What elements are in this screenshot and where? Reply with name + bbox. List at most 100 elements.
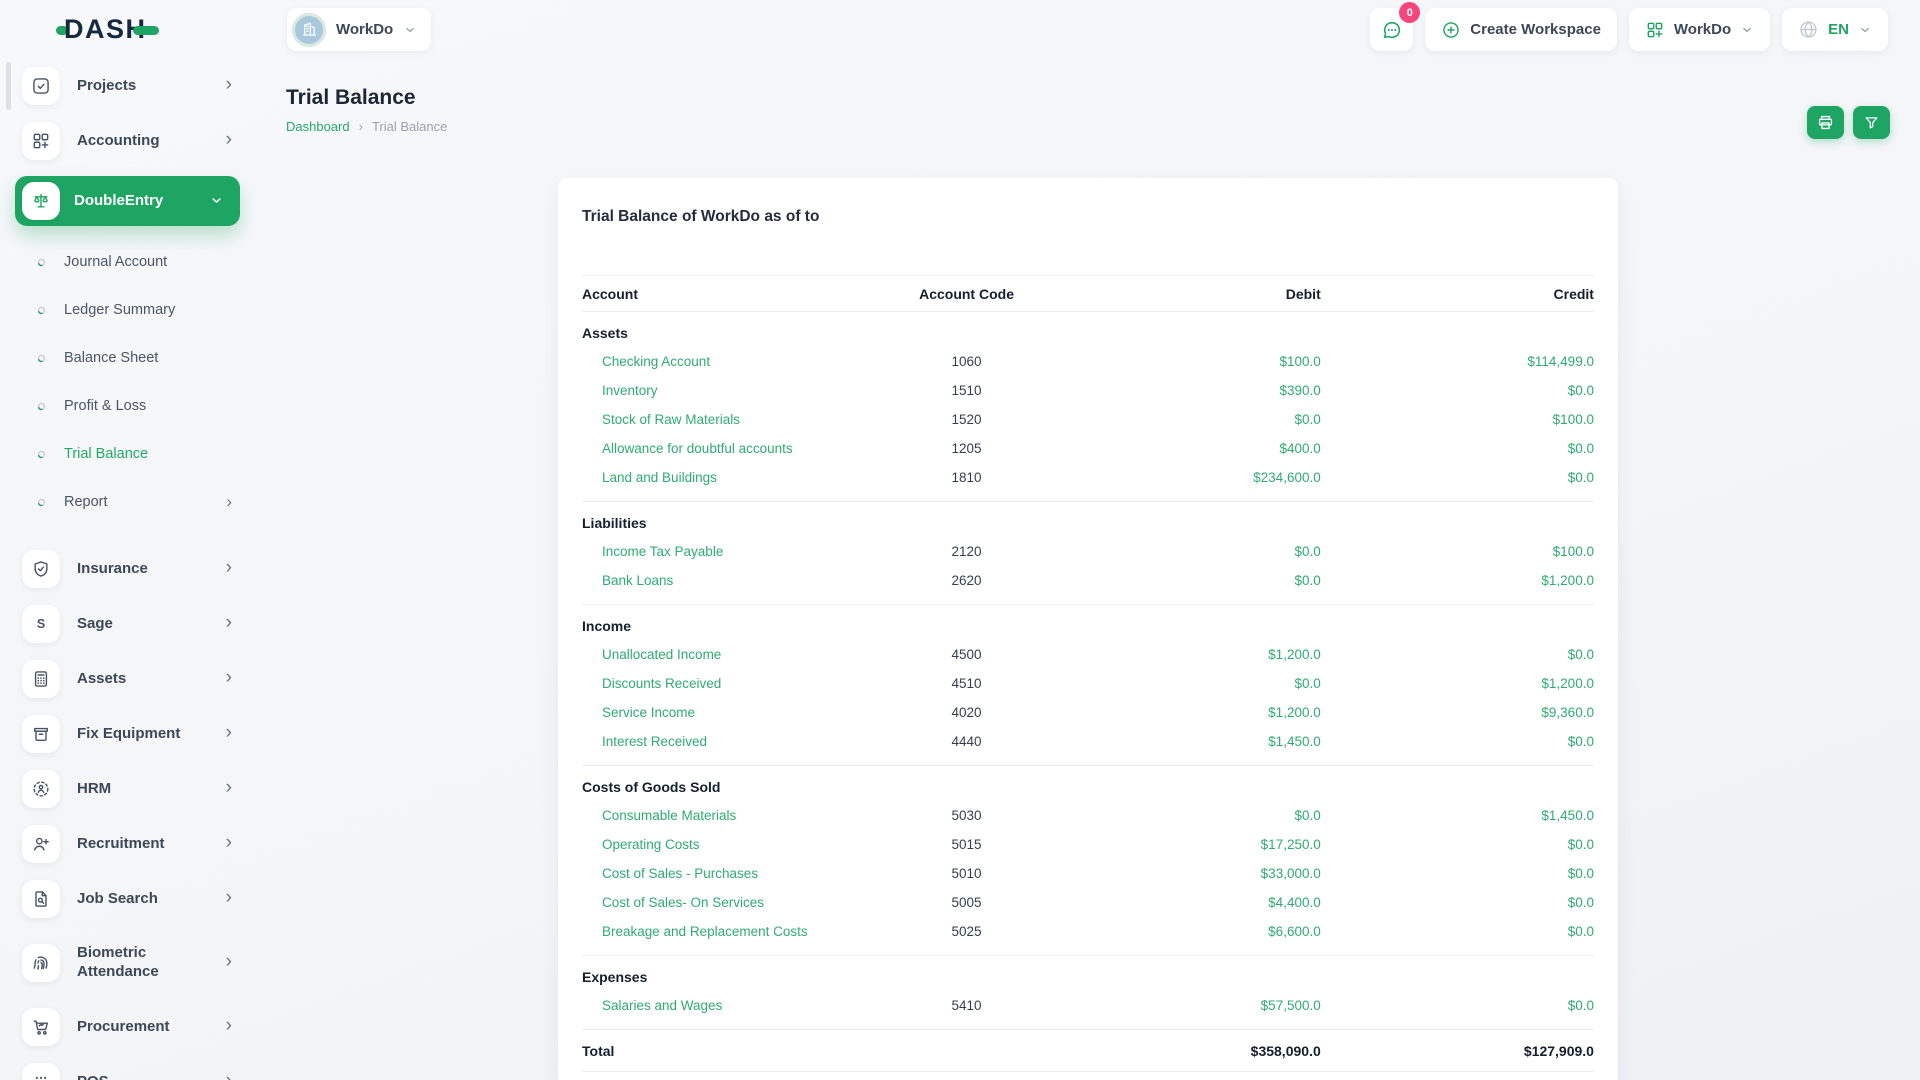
credit-amount: $1,200.0 bbox=[1541, 676, 1594, 691]
sidebar-item-hrm[interactable]: HRM › bbox=[0, 767, 256, 811]
debit-amount: $6,600.0 bbox=[1268, 924, 1321, 939]
account-code: 5410 bbox=[951, 998, 982, 1013]
file-search-icon-wrap bbox=[22, 880, 60, 918]
account-link[interactable]: Stock of Raw Materials bbox=[582, 412, 740, 427]
debit-amount: $4,400.0 bbox=[1268, 895, 1321, 910]
credit-amount: $114,499.0 bbox=[1527, 354, 1594, 369]
account-link[interactable]: Salaries and Wages bbox=[582, 998, 722, 1013]
account-link[interactable]: Checking Account bbox=[582, 354, 710, 369]
bullet-icon bbox=[36, 353, 47, 364]
bullet-icon bbox=[36, 449, 47, 460]
messages-button[interactable]: 0 bbox=[1370, 2, 1421, 51]
chevron-right-icon: › bbox=[226, 1070, 232, 1080]
sidebar-item-label: Job Search bbox=[77, 889, 158, 907]
grid-plus-icon-wrap bbox=[22, 122, 60, 160]
credit-amount: $0.0 bbox=[1567, 441, 1594, 456]
submenu-item-profit-loss[interactable]: Profit & Loss bbox=[36, 389, 232, 423]
sidebar-item-label: Recruitment bbox=[77, 834, 165, 852]
svg-text:S: S bbox=[37, 617, 45, 631]
table-row: Unallocated Income 4500 $1,200.0 $0.0 bbox=[582, 640, 1594, 669]
table-row: Interest Received 4440 $1,450.0 $0.0 bbox=[582, 727, 1594, 756]
plus-circle-icon bbox=[1443, 21, 1460, 38]
credit-amount: $0.0 bbox=[1567, 383, 1594, 398]
checkbox-icon-wrap bbox=[22, 67, 60, 105]
print-button[interactable] bbox=[1807, 106, 1844, 139]
account-link[interactable]: Breakage and Replacement Costs bbox=[582, 924, 808, 939]
debit-amount: $100.0 bbox=[1279, 354, 1321, 369]
account-link[interactable]: Allowance for doubtful accounts bbox=[582, 441, 793, 456]
sidebar-item-biometric-attendance[interactable]: Biometric Attendance › bbox=[0, 932, 256, 994]
submenu-item-balance-sheet[interactable]: Balance Sheet bbox=[36, 341, 232, 375]
shield-check-icon-wrap bbox=[22, 550, 60, 588]
table-row: Cost of Sales - Purchases 5010 $33,000.0 $0… bbox=[582, 859, 1594, 888]
credit-amount: $0.0 bbox=[1567, 734, 1594, 749]
account-link[interactable]: Cost of Sales - Purchases bbox=[582, 866, 758, 881]
app-logo[interactable]: DASH bbox=[56, 16, 159, 43]
bullet-icon bbox=[36, 257, 47, 268]
account-code: 5025 bbox=[951, 924, 982, 939]
table-row: Inventory 1510 $390.0 $0.0 bbox=[582, 376, 1594, 405]
submenu-item-label: Profit & Loss bbox=[64, 398, 147, 414]
chat-icon bbox=[1383, 21, 1400, 38]
user-plus-icon bbox=[34, 837, 49, 851]
filter-button[interactable] bbox=[1853, 106, 1890, 139]
sidebar-submenu-doubleentry: Journal Account Ledger Summary Balance She… bbox=[0, 239, 256, 543]
language-dropdown[interactable]: EN bbox=[1782, 8, 1888, 51]
sidebar-item-doubleentry[interactable]: DoubleEntry bbox=[15, 176, 240, 226]
account-link[interactable]: Interest Received bbox=[582, 734, 707, 749]
account-link[interactable]: Unallocated Income bbox=[582, 647, 721, 662]
user-plus-icon-wrap bbox=[22, 825, 60, 863]
sidebar-scrollbar[interactable] bbox=[6, 62, 11, 110]
scale-icon-wrap bbox=[22, 182, 60, 220]
workspace-switcher[interactable]: WorkDo bbox=[287, 8, 432, 51]
account-link[interactable]: Land and Buildings bbox=[582, 470, 717, 485]
sidebar-item-label: Sage bbox=[77, 614, 113, 632]
submenu-item-trial-balance[interactable]: Trial Balance bbox=[36, 437, 232, 471]
submenu-item-report[interactable]: Report › bbox=[36, 485, 232, 519]
account-link[interactable]: Inventory bbox=[582, 383, 658, 398]
table-row: Operating Costs 5015 $17,250.0 $0.0 bbox=[582, 830, 1594, 859]
table-total-row: Total $358,090.0 $127,909.0 bbox=[582, 1030, 1594, 1072]
section-name: Assets bbox=[582, 325, 628, 341]
submenu-item-label: Balance Sheet bbox=[64, 350, 159, 366]
submenu-item-journal-account[interactable]: Journal Account bbox=[36, 245, 232, 279]
chevron-right-icon: › bbox=[225, 777, 232, 798]
account-code: 5030 bbox=[951, 808, 982, 823]
workspace-dropdown[interactable]: WorkDo bbox=[1628, 8, 1771, 51]
account-link[interactable]: Discounts Received bbox=[582, 676, 721, 691]
create-workspace-button[interactable]: Create Workspace bbox=[1425, 8, 1617, 51]
account-link[interactable]: Operating Costs bbox=[582, 837, 700, 852]
account-link[interactable]: Cost of Sales- On Services bbox=[582, 895, 764, 910]
account-link[interactable]: Consumable Materials bbox=[582, 808, 736, 823]
sidebar-item-fix-equipment[interactable]: Fix Equipment › bbox=[0, 712, 256, 756]
account-link[interactable]: Income Tax Payable bbox=[582, 544, 723, 559]
sidebar-item-assets[interactable]: Assets › bbox=[0, 657, 256, 701]
submenu-item-label: Trial Balance bbox=[64, 446, 149, 462]
chevron-right-icon: › bbox=[225, 722, 232, 743]
table-row: Stock of Raw Materials 1520 $0.0 $100.0 bbox=[582, 405, 1594, 434]
bullet-icon bbox=[36, 305, 47, 316]
chevron-right-icon: › bbox=[226, 492, 232, 511]
credit-amount: $0.0 bbox=[1567, 998, 1594, 1013]
section-name: Income bbox=[582, 618, 632, 634]
account-link[interactable]: Bank Loans bbox=[582, 573, 673, 588]
sidebar-item-pos[interactable]: POS› bbox=[0, 1060, 256, 1080]
account-code: 2620 bbox=[951, 573, 982, 588]
sidebar-item-procurement[interactable]: Procurement › bbox=[0, 1005, 256, 1049]
sidebar-item-accounting[interactable]: Accounting › bbox=[0, 119, 256, 163]
sidebar-item-projects[interactable]: Projects › bbox=[0, 64, 256, 108]
sidebar-item-job-search[interactable]: Job Search › bbox=[0, 877, 256, 921]
chevron-right-icon: › bbox=[225, 951, 232, 972]
submenu-item-label: Report bbox=[64, 494, 108, 510]
sidebar-item-insurance[interactable]: Insurance › bbox=[0, 547, 256, 591]
printer-icon bbox=[1818, 115, 1833, 130]
account-link[interactable]: Service Income bbox=[582, 705, 695, 720]
sidebar-item-label: Assets bbox=[77, 669, 127, 687]
submenu-item-ledger-summary[interactable]: Ledger Summary bbox=[36, 293, 232, 327]
debit-amount: $0.0 bbox=[1294, 676, 1321, 691]
table-section-liabilities: Liabilities Income Tax Payable 2120 $0.0 $10… bbox=[582, 502, 1594, 605]
sidebar-item-sage[interactable]: S Sage › bbox=[0, 602, 256, 646]
breadcrumb-dashboard[interactable]: Dashboard bbox=[286, 119, 350, 134]
chevron-right-icon: › bbox=[225, 74, 232, 95]
sidebar-item-recruitment[interactable]: Recruitment › bbox=[0, 822, 256, 866]
